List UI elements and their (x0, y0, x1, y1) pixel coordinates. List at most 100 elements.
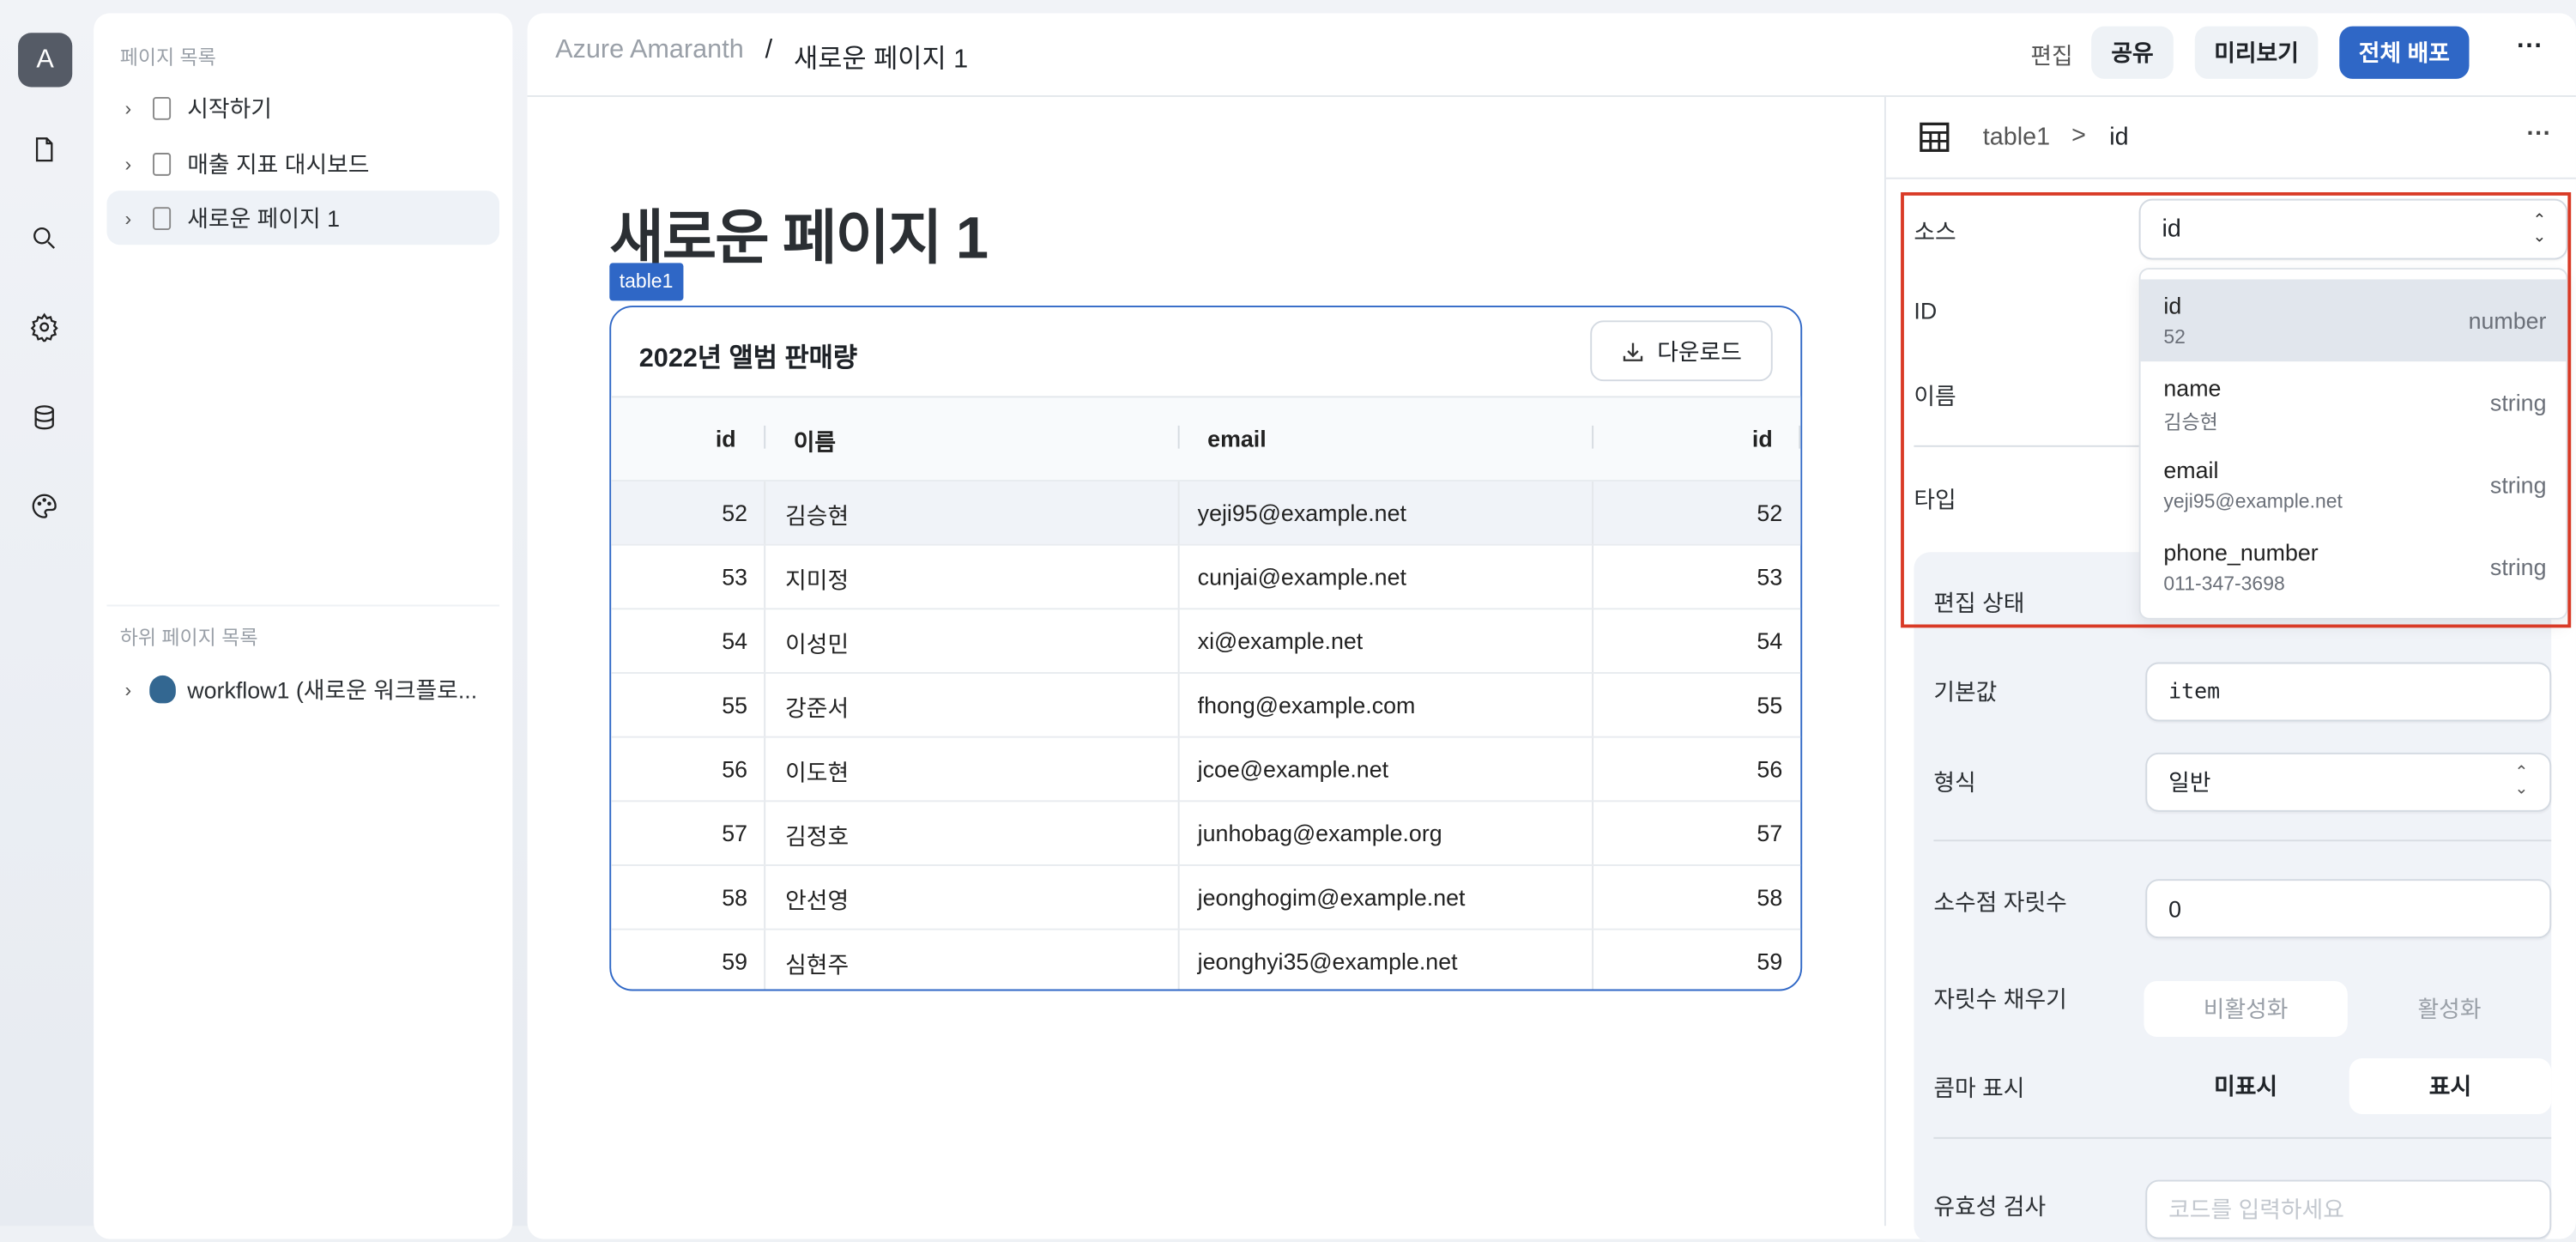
chevron-right-icon[interactable]: › (125, 96, 142, 119)
cell-id: 55 (722, 692, 748, 718)
table-title: 2022년 앨범 판매량 (638, 345, 858, 373)
chevron-right-icon[interactable]: › (125, 206, 142, 229)
source-select[interactable]: id ⌃ ⌄ (2138, 198, 2568, 260)
document-icon (153, 206, 172, 230)
option-key: email (2163, 457, 2219, 483)
updown-chevron-icon: ⌃ ⌄ (2514, 764, 2529, 799)
divider (1933, 1136, 2552, 1139)
table-row[interactable]: 53 지미정 cunjai@example.net 53 (611, 543, 1801, 610)
column-resize-handle[interactable] (764, 425, 766, 449)
palette-icon[interactable] (28, 490, 61, 523)
cell-id: 56 (722, 755, 748, 783)
subpage-label: workflow1 (새로운 워크플로... (187, 676, 478, 703)
breadcrumb-app[interactable]: Azure Amaranth (555, 36, 744, 76)
format-select[interactable]: 일반 ⌃ ⌄ (2145, 752, 2552, 812)
download-label: 다운로드 (1657, 337, 1742, 365)
table-row[interactable]: 52 김승현 yeji95@example.net 52 (611, 480, 1801, 546)
column-divider (764, 481, 766, 546)
validation-label: 유효성 검사 (1933, 1192, 2047, 1220)
cell-id: 53 (722, 563, 748, 591)
cell-name: 안선영 (785, 887, 850, 914)
cell-email: jeonghyi35@example.net (1197, 948, 1458, 975)
option-type: string (2489, 389, 2547, 416)
file-icon[interactable] (28, 133, 61, 166)
search-icon[interactable] (28, 221, 61, 254)
chevron-right-icon[interactable]: › (125, 152, 142, 175)
sidebar-page-item[interactable]: › 매출 지표 대시보드 (106, 136, 499, 191)
share-button[interactable]: 공유 (2091, 26, 2174, 79)
cell-email: xi@example.net (1197, 627, 1364, 654)
decimals-input[interactable]: 0 (2145, 879, 2552, 939)
avatar[interactable]: A (18, 33, 73, 88)
download-button[interactable]: 다운로드 (1590, 320, 1773, 382)
column-divider (764, 609, 766, 674)
component-tag[interactable]: table1 (609, 263, 683, 301)
cell-id: 58 (1757, 884, 1783, 911)
dropdown-option[interactable]: email yeji95@example.net string (2141, 444, 2567, 526)
option-sample: yeji95@example.net (2163, 489, 2343, 513)
inspector-component-link[interactable]: table1 (1983, 124, 2050, 152)
column-divider (1592, 481, 1594, 546)
cell-email: cunjai@example.net (1197, 563, 1406, 591)
column-header[interactable]: 이름 (794, 426, 836, 458)
column-resize-handle[interactable] (1799, 425, 1801, 449)
column-divider (1177, 545, 1180, 610)
deploy-button[interactable]: 전체 배포 (2339, 26, 2470, 79)
header-divider (527, 95, 2576, 97)
table-component[interactable]: 2022년 앨범 판매량 다운로드 id 이름 email id 52 김승현 yeji95… (609, 306, 1803, 991)
database-icon[interactable] (28, 401, 61, 433)
column-resize-handle[interactable] (1592, 425, 1594, 449)
more-icon[interactable]: ··· (2517, 33, 2543, 62)
table-row[interactable]: 56 이도현 jcoe@example.net 56 (611, 736, 1801, 803)
option-key: phone_number (2163, 538, 2319, 566)
table-row[interactable]: 57 김정호 junhobag@example.org 57 (611, 800, 1801, 866)
option-type: string (2489, 471, 2547, 499)
cell-id: 59 (722, 948, 748, 975)
column-header[interactable]: id (1752, 426, 1773, 452)
default-value-input[interactable]: item (2145, 662, 2552, 722)
column-header[interactable]: email (1207, 426, 1267, 452)
dropdown-option[interactable]: id 52 number (2140, 279, 2567, 362)
comma-option-show[interactable]: 표시 (2349, 1057, 2552, 1115)
default-label: 기본값 (1933, 678, 1998, 706)
validation-code-input[interactable]: 코드를 입력하세요 (2145, 1179, 2552, 1239)
dropdown-option[interactable]: phone_number 011-347-3698 string (2141, 526, 2567, 609)
table-row[interactable]: 58 안선영 jeonghogim@example.net 58 (611, 864, 1801, 930)
column-divider (1592, 609, 1594, 674)
chevron-right-icon[interactable]: › (125, 678, 142, 701)
dropdown-option[interactable]: name 김승현 string (2141, 361, 2567, 444)
column-divider (764, 737, 766, 803)
pad-option-disabled[interactable]: 비활성화 (2144, 980, 2348, 1038)
column-divider (1592, 865, 1594, 930)
column-divider (764, 930, 766, 990)
pad-option-enabled[interactable]: 활성화 (2348, 981, 2551, 1037)
comma-option-hide[interactable]: 미표시 (2144, 1058, 2347, 1114)
column-header[interactable]: id (716, 426, 736, 452)
column-divider (1177, 737, 1180, 803)
cell-email: fhong@example.com (1197, 692, 1416, 718)
inspector-header-divider (1885, 177, 2576, 179)
column-divider (1177, 802, 1180, 866)
sidebar-page-item-selected[interactable]: › 새로운 페이지 1 (106, 191, 500, 245)
column-resize-handle[interactable] (1177, 425, 1180, 449)
source-value: id (2162, 215, 2181, 244)
preview-button[interactable]: 미리보기 (2194, 26, 2319, 79)
chevron-right-icon: > (2071, 121, 2086, 150)
option-sample: 52 (2163, 325, 2186, 348)
pad-label: 자릿수 채우기 (1933, 985, 2067, 1013)
table-row[interactable]: 55 강준서 fhong@example.com 55 (611, 672, 1801, 738)
cell-name: 김정호 (785, 823, 850, 850)
download-icon (1623, 342, 1642, 360)
gear-icon[interactable] (28, 311, 61, 343)
cell-name: 심현주 (785, 951, 850, 978)
cell-id: 59 (1757, 948, 1783, 975)
inspector-more-icon[interactable]: ··· (2527, 120, 2552, 148)
option-sample: 011-347-3698 (2163, 572, 2285, 596)
cell-name: 강준서 (785, 694, 850, 722)
cell-id: 57 (722, 820, 748, 846)
sidebar-subpage-item[interactable]: › workflow1 (새로운 워크플로... (106, 663, 499, 717)
sidebar-page-item[interactable]: › 시작하기 (106, 81, 499, 135)
page-label: 시작하기 (187, 94, 272, 121)
table-row[interactable]: 59 심현주 jeonghyi35@example.net 59 (611, 928, 1801, 990)
table-row[interactable]: 54 이성민 xi@example.net 54 (611, 608, 1801, 674)
